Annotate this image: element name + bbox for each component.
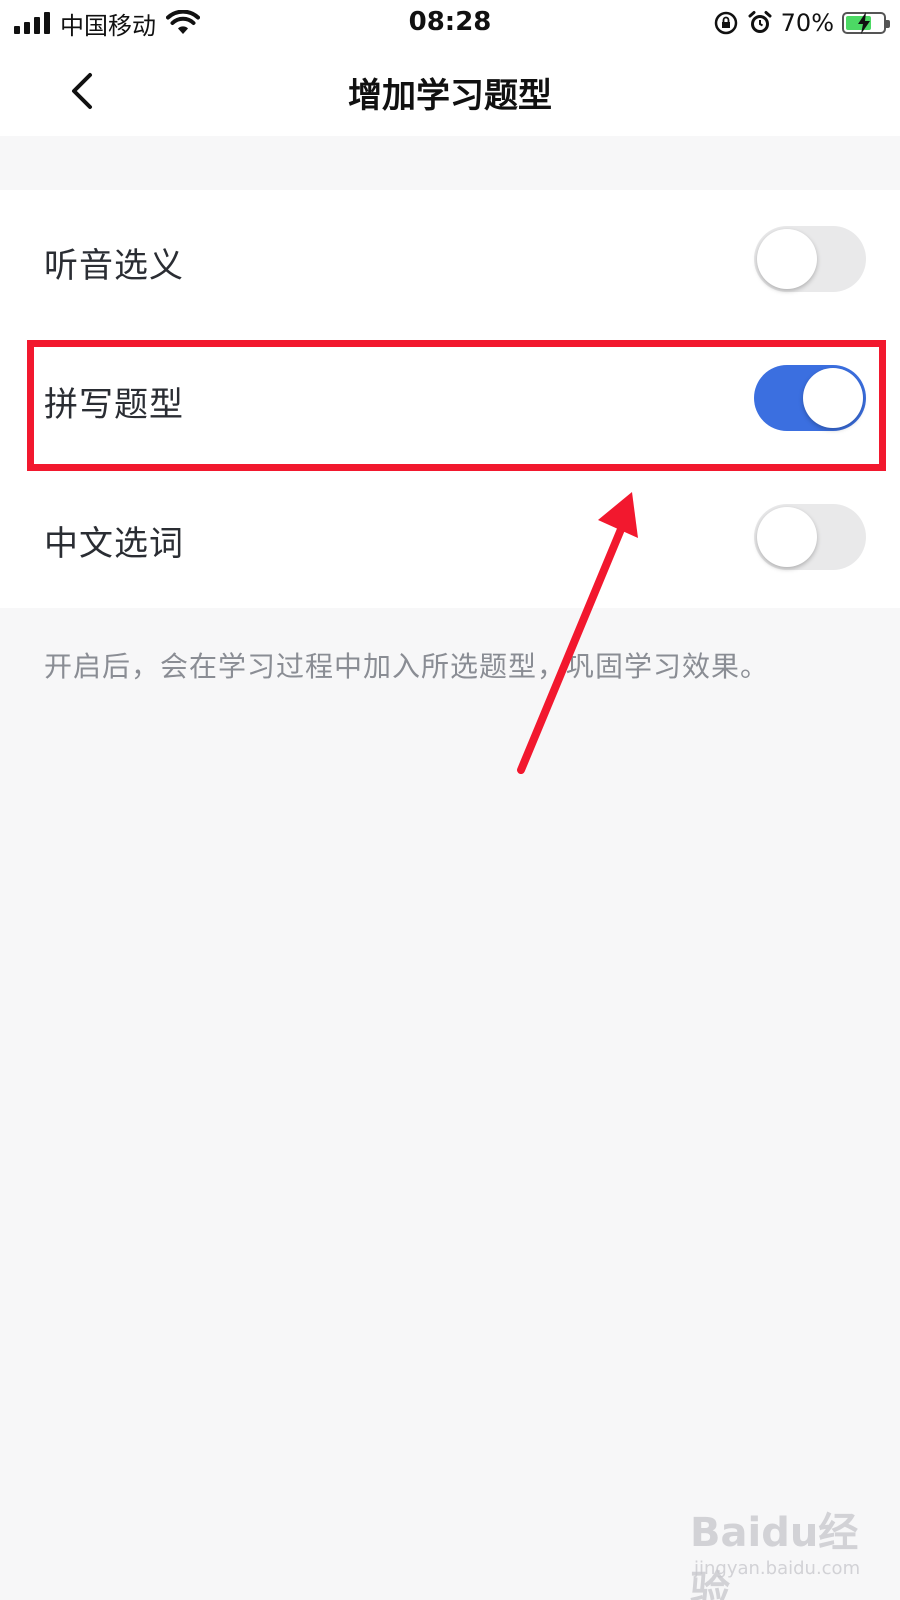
battery-percent: 70% [780,9,834,37]
status-right: 70% [713,8,890,38]
nav-bar: 增加学习题型 [0,46,900,136]
status-bar: 中国移动 08:28 70% [0,0,900,46]
setting-row-chinese-choice: 中文选词 [0,468,900,607]
page-title: 增加学习题型 [348,76,552,116]
setting-label: 听音选义 [44,246,184,286]
setting-label: 中文选词 [44,524,184,564]
alarm-icon [748,11,772,33]
orientation-lock-icon [714,11,737,35]
setting-row-listen-meaning: 听音选义 [0,190,900,329]
highlight-box [27,340,886,471]
chinese-choice-toggle[interactable] [754,504,866,570]
screen: 中国移动 08:28 70% 增加学习题型 听音选义 拼写题型 中文选词 开启后… [0,0,900,1600]
watermark: Baidu经验 jingyan.baidu.com [690,1500,890,1600]
watermark-logo: Baidu经验 [690,1510,859,1600]
listen-meaning-toggle[interactable] [754,226,866,292]
watermark-url: jingyan.baidu.com [694,1558,861,1579]
battery-charging-icon [842,12,890,34]
hint-text: 开启后，会在学习过程中加入所选题型，巩固学习效果。 [44,650,770,683]
